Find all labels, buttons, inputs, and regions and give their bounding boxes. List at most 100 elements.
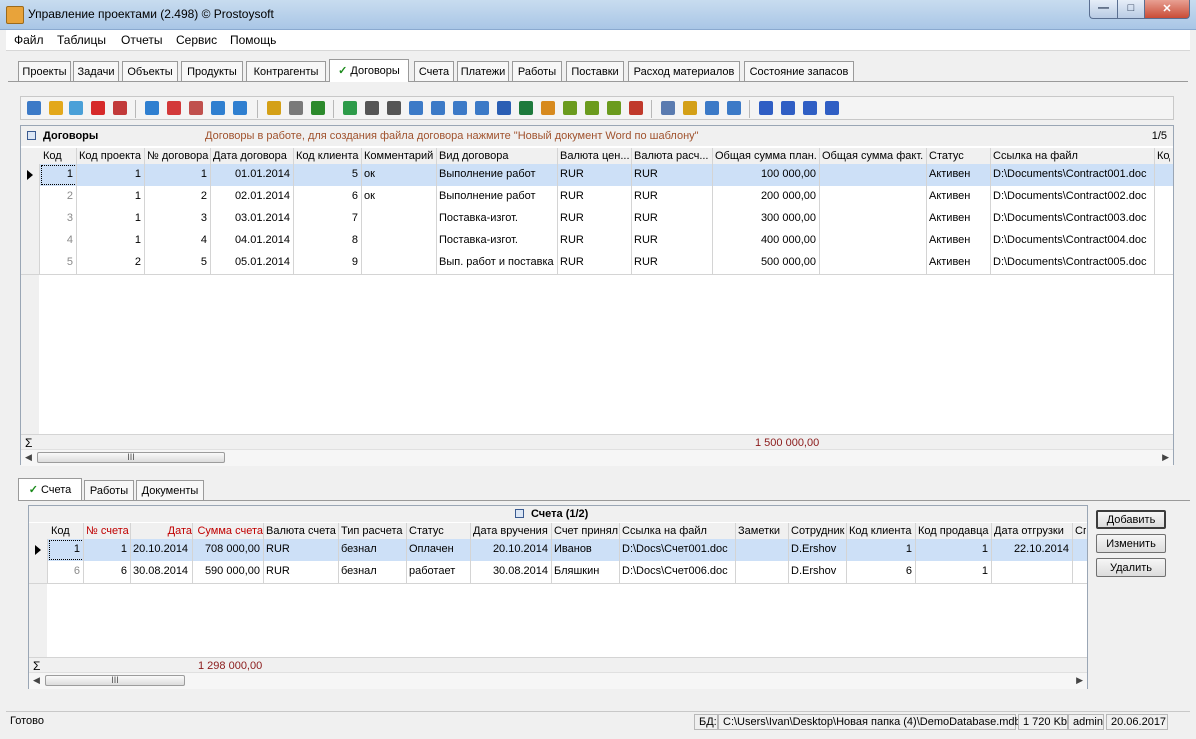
table-cell[interactable]: 6 (51, 565, 80, 577)
table-cell[interactable]: RUR (560, 234, 628, 246)
table-cell[interactable]: ок (364, 168, 433, 180)
table-cell[interactable]: D:\Documents\Contract001.doc (993, 168, 1151, 180)
column-header[interactable]: Комментарий (364, 150, 436, 162)
table-cell[interactable]: 1 (918, 543, 988, 555)
table-cell[interactable]: 5 (296, 168, 358, 180)
column-header[interactable]: Счет принял (554, 525, 619, 537)
table-cell[interactable]: 1 (849, 543, 912, 555)
menu-file[interactable]: Файл (14, 33, 44, 47)
table-cell[interactable]: RUR (634, 234, 709, 246)
table-cell[interactable]: 400 000,00 (715, 234, 816, 246)
tab-counterparties[interactable]: Контрагенты (246, 61, 326, 81)
table-cell[interactable]: RUR (560, 190, 628, 202)
table-cell[interactable]: D:\Documents\Contract004.doc (993, 234, 1151, 246)
tab-payments[interactable]: Платежи (457, 61, 509, 81)
column-header[interactable]: Статус (929, 150, 990, 162)
sort-icon[interactable] (289, 101, 303, 115)
column-header[interactable]: Дата (133, 525, 192, 537)
column-header[interactable]: Код (43, 150, 76, 162)
table-row[interactable]: 5 2 5 05.01.2014 9 Вып. работ и поставка RUR RU… (21, 252, 1173, 275)
table-row[interactable]: 3 1 3 03.01.2014 7 Поставка-изгот. RUR RUR 300 0… (21, 208, 1173, 231)
scroll-thumb[interactable]: III (45, 675, 185, 686)
table-cell[interactable]: 1 (79, 212, 141, 224)
table-cell[interactable]: Поставка-изгот. (439, 212, 554, 224)
column-header[interactable]: Дата отгрузки (994, 525, 1072, 537)
column-header[interactable]: Общая сумма факт. (822, 150, 926, 162)
table-row[interactable]: 4 1 4 04.01.2014 8 Поставка-изгот. RUR RUR 400 0… (21, 230, 1173, 253)
tab-tasks[interactable]: Задачи (73, 61, 119, 81)
table-cell[interactable]: 6 (296, 190, 358, 202)
scroll-thumb[interactable]: III (37, 452, 225, 463)
tab-products[interactable]: Продукты (181, 61, 243, 81)
table-cell[interactable]: RUR (266, 565, 335, 577)
contracts-grid[interactable]: Код Код проекта № договора Дата договора Код… (21, 148, 1173, 438)
delete-all-icon[interactable] (113, 101, 127, 115)
new-record-icon[interactable] (27, 101, 41, 115)
tab-documents-detail[interactable]: Документы (136, 480, 204, 500)
table-cell[interactable]: 1 (79, 190, 141, 202)
table-cell[interactable]: RUR (634, 256, 709, 268)
delete-button[interactable]: Удалить (1096, 558, 1166, 577)
invoices-grid[interactable]: Код № счета Дата Сумма счета Валюта счета Тип… (29, 523, 1087, 663)
close-button[interactable]: ✕ (1144, 0, 1190, 19)
table-cell[interactable]: 590 000,00 (195, 565, 260, 577)
table-cell[interactable]: Активен (929, 212, 987, 224)
tab-invoices-detail[interactable]: ✓ Счета (18, 478, 82, 501)
column-header[interactable]: № договора (147, 150, 210, 162)
table-cell[interactable]: 9 (296, 256, 358, 268)
table-cell[interactable]: 30.08.2014 (473, 565, 548, 577)
tab-material-consumption[interactable]: Расход материалов (628, 61, 740, 81)
table-cell[interactable]: 2 (79, 256, 141, 268)
table-cell[interactable]: 20.10.2014 (133, 543, 189, 555)
menu-tables[interactable]: Таблицы (57, 33, 106, 47)
first-record-icon[interactable] (759, 101, 773, 115)
column-header[interactable]: Тип расчета (341, 525, 406, 537)
chart-icon[interactable] (629, 101, 643, 115)
table-cell[interactable]: 1 (79, 168, 141, 180)
column-header[interactable]: Общая сумма план. (715, 150, 819, 162)
table-row[interactable]: 2 1 2 02.01.2014 6 ок Выполнение работ RUR RUR 20… (21, 186, 1173, 209)
table-cell[interactable]: Вып. работ и поставка (439, 256, 554, 268)
filter-advanced-icon[interactable] (233, 101, 247, 115)
column-header[interactable]: Код проекта (79, 150, 144, 162)
tab-stock-state[interactable]: Состояние запасов (744, 61, 854, 81)
filter-clear-icon[interactable] (189, 101, 203, 115)
table-row[interactable]: 1 1 20.10.2014 708 000,00 RUR безнал Оплачен 20… (29, 539, 1087, 562)
table-cell[interactable]: 30.08.2014 (133, 565, 189, 577)
table-cell[interactable]: 8 (296, 234, 358, 246)
refresh-icon[interactable] (343, 101, 357, 115)
tab-projects[interactable]: Проекты (18, 61, 71, 81)
delete-icon[interactable] (91, 101, 105, 115)
find-icon[interactable] (365, 101, 379, 115)
table-cell[interactable]: 3 (43, 212, 73, 224)
column-header[interactable]: Код клиента (849, 525, 915, 537)
export-grid-icon[interactable] (453, 101, 467, 115)
collapse-icon[interactable] (515, 509, 524, 518)
column-header[interactable]: Статус (409, 525, 470, 537)
table-cell[interactable]: 01.01.2014 (213, 168, 290, 180)
table-cell[interactable]: D:\Documents\Contract005.doc (993, 256, 1151, 268)
row-indicator[interactable] (21, 186, 40, 208)
table-cell[interactable]: 5 (147, 256, 207, 268)
filter-edit-icon[interactable] (211, 101, 225, 115)
table-cell[interactable]: Оплачен (409, 543, 467, 555)
tab-deliveries[interactable]: Поставки (566, 61, 624, 81)
table-settings-icon[interactable] (705, 101, 719, 115)
next-record-icon[interactable] (803, 101, 817, 115)
table-cell[interactable]: 4 (147, 234, 207, 246)
filter-remove-icon[interactable] (167, 101, 181, 115)
table-cell[interactable]: 5 (43, 256, 73, 268)
preview-icon[interactable] (409, 101, 423, 115)
column-header[interactable]: Вид договора (439, 150, 557, 162)
last-record-icon[interactable] (825, 101, 839, 115)
table-cell[interactable]: 02.01.2014 (213, 190, 290, 202)
table-cell[interactable]: RUR (634, 168, 709, 180)
column-header[interactable]: Код продавца (918, 525, 991, 537)
table-row[interactable]: 1 1 1 01.01.2014 5 ок Выполнение работ RUR RUR 10… (21, 164, 1173, 187)
export-csv-icon[interactable] (585, 101, 599, 115)
column-header[interactable]: Ссылка на файл (993, 150, 1154, 162)
export-word-icon[interactable] (497, 101, 511, 115)
table-cell[interactable]: RUR (560, 212, 628, 224)
table-cell[interactable]: 04.01.2014 (213, 234, 290, 246)
table-cell[interactable]: Бляшкин (554, 565, 616, 577)
